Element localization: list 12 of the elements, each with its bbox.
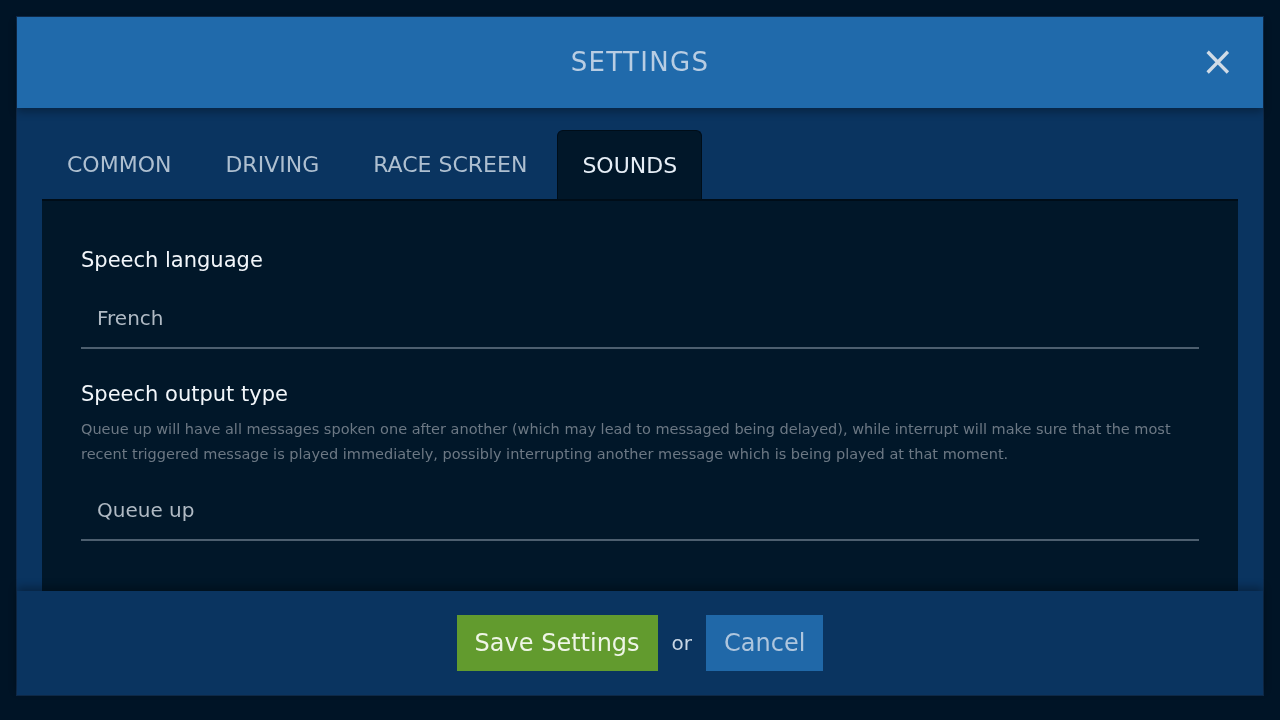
settings-tab[interactable]: COMMON bbox=[43, 130, 196, 199]
settings-tab[interactable]: RACE SCREEN bbox=[349, 130, 552, 199]
setting-label: Speech language bbox=[81, 247, 264, 274]
settings-tab[interactable]: DRIVING bbox=[201, 130, 344, 199]
select-field[interactable]: French bbox=[81, 289, 1199, 349]
close-button[interactable]: × bbox=[1201, 41, 1229, 81]
dialog-title: SETTINGS bbox=[570, 46, 710, 79]
setting-description: Queue up will have all messages spoken one after another (which may lead to messaged being delayed), while interrupt will make sure that the most recent triggered message is played immediately, possibly interrupting another message which is being played at that moment. bbox=[81, 420, 1172, 464]
select-field[interactable]: Queue up bbox=[81, 481, 1199, 541]
setting-label: Speech output type bbox=[81, 381, 289, 408]
settings-tab[interactable]: SOUNDS bbox=[557, 130, 703, 199]
or-text: or bbox=[670, 630, 694, 657]
